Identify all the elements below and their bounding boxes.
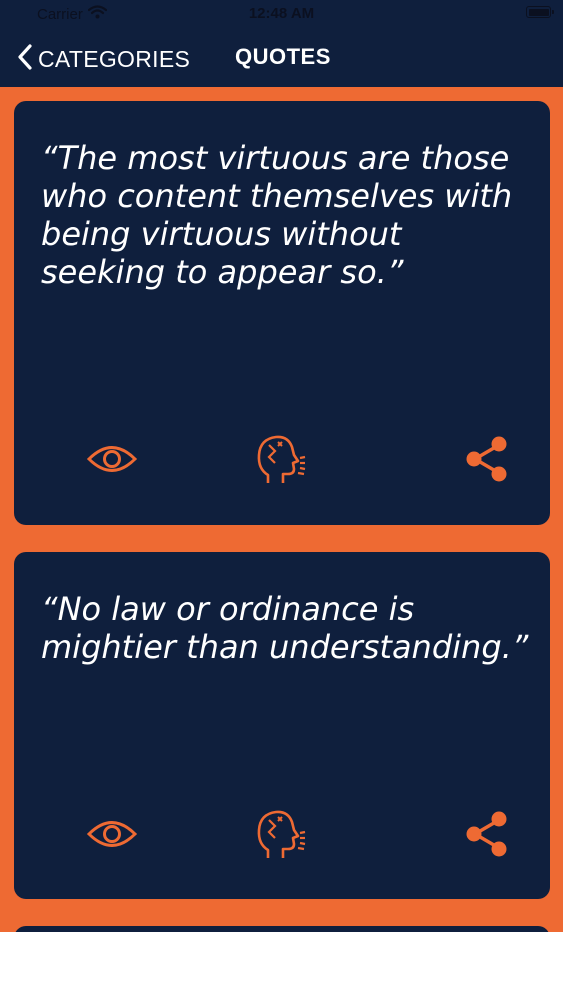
battery-icon xyxy=(526,6,554,18)
page-title: QUOTES xyxy=(235,44,331,69)
quote-card: “No law or ordinance is mightier than un… xyxy=(14,552,550,899)
navigation-bar: CATEGORIES QUOTES xyxy=(0,38,563,78)
battery-level xyxy=(528,8,549,16)
quote-text: “No law or ordinance is mightier than un… xyxy=(41,590,529,666)
eye-icon[interactable] xyxy=(84,806,140,862)
status-bar: Carrier 12:48 AM xyxy=(0,0,563,30)
quote-card: “The most virtuous are those who content… xyxy=(14,101,550,525)
top-bar: Carrier 12:48 AM CATEGORIES QUOTES xyxy=(0,0,563,87)
speak-icon[interactable] xyxy=(250,431,306,487)
share-icon[interactable] xyxy=(458,431,514,487)
speak-icon[interactable] xyxy=(250,806,306,862)
back-button-label: CATEGORIES xyxy=(38,46,191,72)
quote-card-partial xyxy=(14,926,550,932)
back-button[interactable]: CATEGORIES xyxy=(16,43,190,76)
share-icon[interactable] xyxy=(458,806,514,862)
quote-list[interactable]: “The most virtuous are those who content… xyxy=(0,87,563,932)
chevron-left-icon xyxy=(16,43,34,76)
quote-text: “The most virtuous are those who content… xyxy=(41,139,513,291)
screen: Carrier 12:48 AM CATEGORIES QUOTES “The … xyxy=(0,0,563,1000)
eye-icon[interactable] xyxy=(84,431,140,487)
status-time: 12:48 AM xyxy=(248,5,315,22)
